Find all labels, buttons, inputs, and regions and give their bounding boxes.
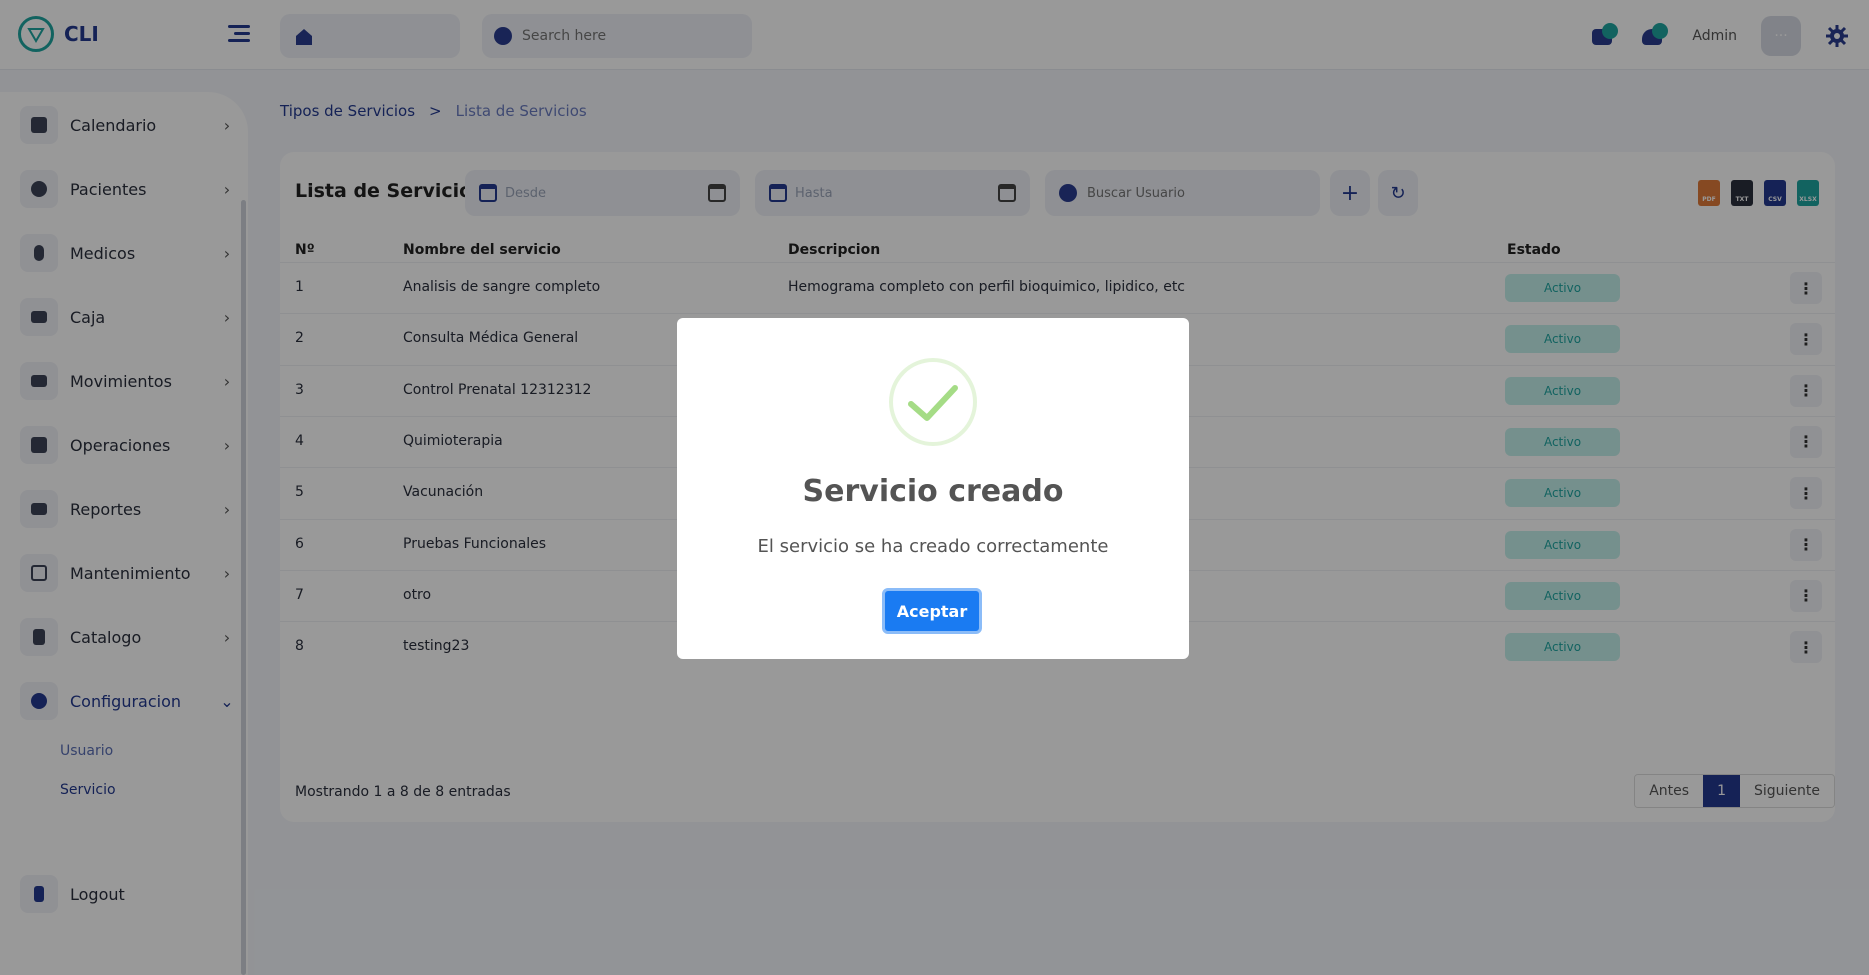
success-check-icon: [889, 358, 977, 446]
dialog-message: El servicio se ha creado correctamente: [757, 536, 1109, 557]
dialog-title: Servicio creado: [802, 474, 1064, 509]
accept-button[interactable]: Aceptar: [882, 588, 982, 634]
success-dialog: Servicio creado El servicio se ha creado…: [677, 318, 1189, 659]
